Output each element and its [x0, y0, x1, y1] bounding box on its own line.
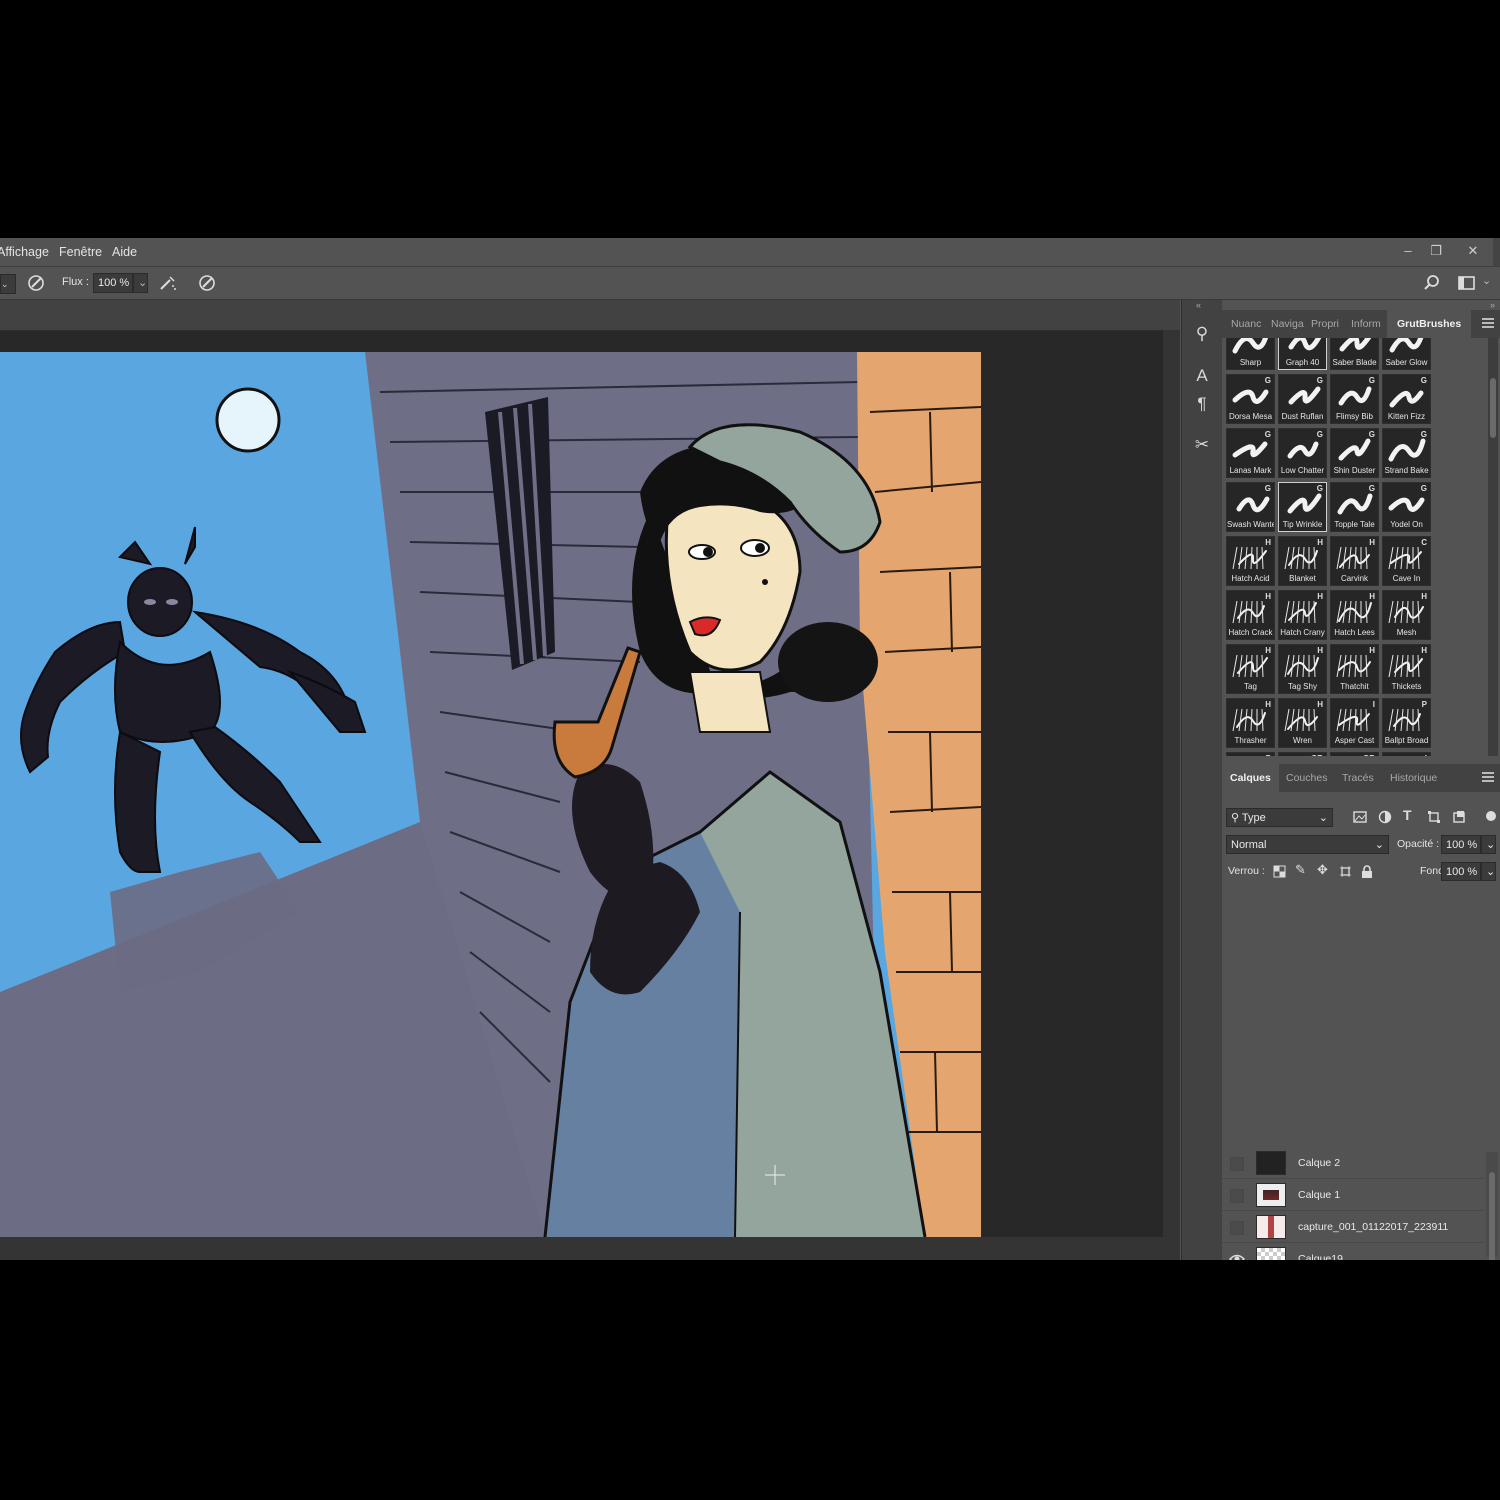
layer-name: Calque 2	[1298, 1157, 1341, 1169]
visibility-toggle[interactable]	[1230, 1189, 1244, 1203]
photoshop-window: Affichage Fenêtre Aide – ❐ ✕ ⌄ Flux : 10…	[0, 238, 1500, 1260]
menu-affichage[interactable]: Affichage	[0, 245, 49, 259]
layer-name: Calque 1	[1298, 1189, 1341, 1201]
collapse-icon[interactable]: «	[1196, 300, 1201, 310]
menu-aide[interactable]: Aide	[112, 245, 137, 259]
canvas-artwork[interactable]	[0, 352, 981, 1237]
panel-edge	[1493, 238, 1500, 266]
layer-row[interactable]: capture_001_01122017_223911	[1222, 1212, 1484, 1243]
chevron-down-icon: ⌄	[1486, 839, 1496, 851]
document-area	[0, 300, 1180, 1260]
brush-size-pressure-icon[interactable]	[197, 273, 217, 293]
flux-value: 100 %	[98, 277, 130, 289]
chevron-down-icon: ⌄	[1486, 866, 1496, 878]
search-icon[interactable]	[1422, 273, 1442, 293]
eye-icon[interactable]	[1229, 1251, 1245, 1260]
workspace-icon[interactable]	[1457, 273, 1477, 293]
clone-source-icon[interactable]: ⚲	[1190, 322, 1214, 346]
layer-thumbnail	[1256, 1151, 1286, 1175]
layer-list: Calque 2 Calque 1 capture_001_01122017_223…	[1222, 300, 1484, 1260]
collapse-icon[interactable]: »	[1490, 300, 1495, 310]
paragraph-icon[interactable]: ¶	[1190, 392, 1214, 416]
chevron-down-icon: ⌄	[1, 279, 9, 289]
document-tab-strip	[0, 300, 1180, 331]
minimize-button[interactable]: –	[1397, 241, 1419, 261]
menu-bar: Affichage Fenêtre Aide – ❐ ✕	[0, 238, 1500, 267]
tool-presets-icon[interactable]: ✂	[1190, 433, 1214, 457]
visibility-toggle[interactable]	[1230, 1221, 1244, 1235]
panel-tool-strip: « ⚲ A ¶ ✂	[1181, 300, 1222, 1260]
brush-scrollbar[interactable]	[1488, 338, 1498, 756]
flux-label: Flux :	[62, 276, 89, 288]
brush-pressure-icon[interactable]	[26, 273, 46, 293]
layers-scrollbar[interactable]	[1486, 1152, 1498, 1260]
layer-thumbnail	[1256, 1247, 1286, 1260]
layer-thumbnail	[1256, 1215, 1286, 1239]
flux-dropdown[interactable]: ⌄	[133, 273, 148, 293]
options-bar: ⌄ Flux : 100 % ⌄ ⌄	[0, 267, 1500, 300]
crosshair-cursor-icon	[765, 1165, 785, 1185]
preset-dropdown[interactable]: ⌄	[0, 274, 16, 294]
visibility-toggle[interactable]	[1230, 1157, 1244, 1171]
layer-name: Calque19	[1298, 1253, 1343, 1260]
menu-fenetre[interactable]: Fenêtre	[59, 245, 102, 259]
layer-row[interactable]: Calque19	[1222, 1244, 1484, 1260]
character-icon[interactable]: A	[1190, 364, 1214, 388]
horizontal-scrollbar[interactable]	[0, 1237, 1163, 1260]
flux-input[interactable]: 100 %	[93, 273, 133, 293]
chevron-down-icon[interactable]: ⌄	[1482, 274, 1491, 287]
close-button[interactable]: ✕	[1462, 241, 1484, 261]
layer-row[interactable]: Calque 1	[1222, 1180, 1484, 1211]
layer-row[interactable]: Calque 2	[1222, 1148, 1484, 1179]
airbrush-icon[interactable]	[158, 273, 178, 293]
chevron-down-icon: ⌄	[138, 277, 148, 289]
layer-name: capture_001_01122017_223911	[1298, 1221, 1449, 1233]
layer-thumbnail	[1256, 1183, 1286, 1207]
right-panels: Nuanc Naviga Propri Inform GrutBrushes »…	[1222, 300, 1500, 1260]
filter-toggle[interactable]	[1486, 811, 1496, 821]
vertical-scrollbar[interactable]	[1163, 330, 1180, 1260]
restore-button[interactable]: ❐	[1425, 241, 1447, 261]
